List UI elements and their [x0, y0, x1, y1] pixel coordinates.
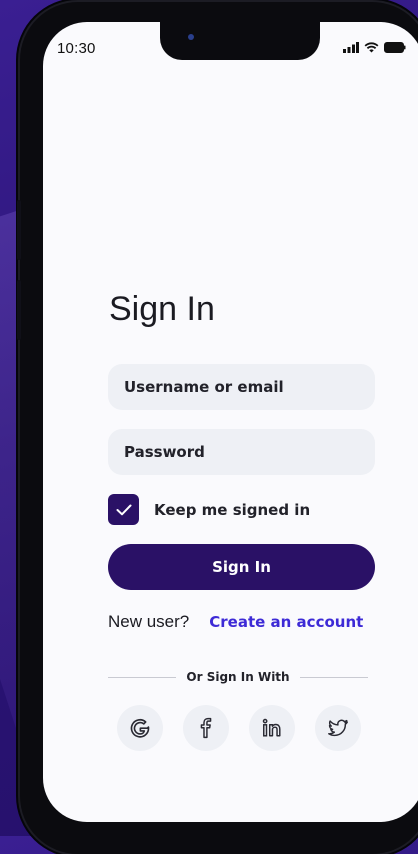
new-user-text: New user? [108, 612, 190, 631]
create-account-link[interactable]: Create an account [209, 613, 363, 631]
volume-up-button [17, 200, 21, 260]
signal-icon [343, 42, 359, 53]
keep-signed-in-checkbox[interactable] [108, 494, 139, 525]
battery-icon [384, 42, 406, 53]
linkedin-icon [262, 718, 281, 737]
notch [160, 22, 320, 60]
page-title: Sign In [109, 290, 215, 328]
keep-signed-in-row: Keep me signed in [108, 494, 310, 525]
password-input[interactable]: Password [108, 429, 375, 475]
facebook-button[interactable] [183, 705, 229, 751]
google-icon [130, 718, 150, 738]
divider-line-right [299, 676, 368, 678]
username-input[interactable]: Username or email [108, 364, 375, 410]
twitter-button[interactable] [315, 705, 361, 751]
sign-in-button[interactable]: Sign In [108, 544, 375, 590]
new-user-row: New user? Create an account [108, 612, 363, 632]
linkedin-button[interactable] [249, 705, 295, 751]
wifi-icon [364, 42, 379, 53]
volume-down-button [17, 280, 21, 340]
camera-icon [188, 34, 194, 40]
status-icons [343, 42, 406, 53]
status-time: 10:30 [57, 40, 96, 57]
phone-frame: 10:30 Sign In Username or email Password [17, 2, 418, 854]
facebook-icon [200, 717, 212, 739]
google-button[interactable] [117, 705, 163, 751]
divider-text: Or Sign In With [186, 670, 290, 684]
checkmark-icon [116, 504, 131, 515]
social-divider: Or Sign In With [108, 670, 368, 684]
social-buttons [117, 705, 361, 751]
divider-line-left [108, 676, 177, 678]
keep-signed-in-label: Keep me signed in [154, 500, 311, 519]
phone-screen: 10:30 Sign In Username or email Password [43, 22, 418, 822]
twitter-icon [328, 719, 348, 737]
